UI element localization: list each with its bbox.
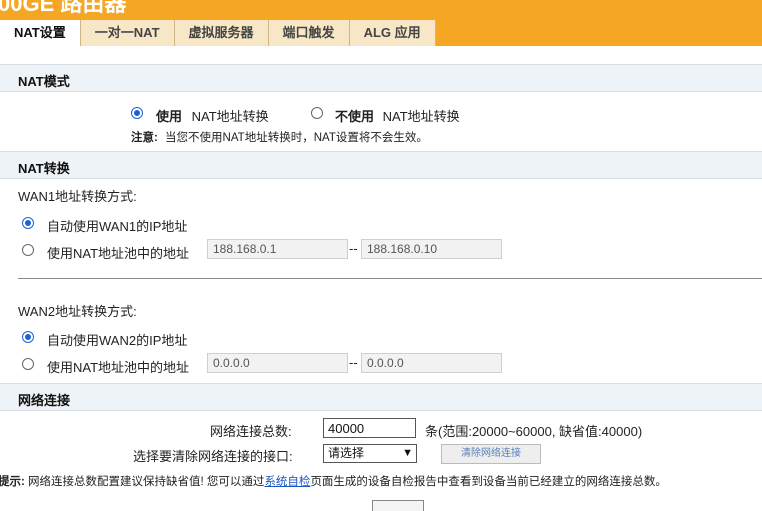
wan1-pool-start-input[interactable]: [207, 239, 348, 259]
label-use-rest: NAT地址转换: [191, 109, 269, 124]
radio-wan1-pool[interactable]: [22, 244, 34, 256]
wan2-pool-label: 使用NAT地址池中的地址: [47, 360, 190, 375]
nat-mode-note: 注意: 当您不使用NAT地址转换时，NAT设置将不会生效。: [131, 129, 428, 145]
wan2-pool-start-input[interactable]: [207, 353, 348, 373]
tab-virtual-server[interactable]: 虚拟服务器: [174, 20, 269, 46]
tip-label: 提示:: [0, 476, 25, 488]
chevron-down-icon: ▼: [402, 447, 413, 459]
wan2-pool-separator: --: [349, 355, 358, 370]
total-conn-input[interactable]: [323, 418, 416, 438]
wan1-pool-separator: --: [349, 241, 358, 256]
radio-no-nat[interactable]: [311, 107, 323, 119]
total-conn-hint: 条(范围:20000~60000, 缺省值:40000): [425, 424, 643, 439]
tip-line: 提示: 网络连接总数配置建议保持缺省值! 您可以通过系统自检页面生成的设备自检报…: [0, 473, 667, 489]
radio-wan2-auto[interactable]: [22, 331, 34, 343]
wan2-pool-end-input[interactable]: [361, 353, 502, 373]
label-use-nat: 使用 NAT地址转换: [156, 106, 269, 125]
router-title: 00GE 路由器: [0, 0, 127, 16]
tip-text-after: 页面生成的设备自检报告中查看到设备当前已经建立的网络连接总数。: [310, 476, 667, 488]
wan1-mode-label: WAN1地址转换方式:: [18, 189, 137, 204]
radio-wan1-auto[interactable]: [22, 217, 34, 229]
section-nat-convert: NAT转换: [0, 151, 762, 179]
tip-text-before: 网络连接总数配置建议保持缺省值! 您可以通过: [28, 476, 265, 488]
tab-alg[interactable]: ALG 应用: [349, 20, 436, 46]
top-bar: 00GE 路由器 NAT设置 一对一NAT 虚拟服务器 端口触发 ALG 应用: [0, 0, 762, 46]
radio-wan2-pool[interactable]: [22, 358, 34, 370]
wan2-mode-label: WAN2地址转换方式:: [18, 304, 137, 319]
label-no-nat: 不使用 NAT地址转换: [335, 106, 460, 125]
label-use-bold: 使用: [156, 109, 183, 124]
clear-iface-label: 选择要清除网络连接的接口:: [133, 449, 293, 464]
tab-port-trigger[interactable]: 端口触发: [268, 20, 350, 46]
wan1-auto-label: 自动使用WAN1的IP地址: [47, 219, 188, 234]
total-conn-label: 网络连接总数:: [210, 424, 292, 439]
label-nouse-rest: NAT地址转换: [382, 109, 460, 124]
tab-bar: NAT设置 一对一NAT 虚拟服务器 端口触发 ALG 应用: [0, 20, 436, 46]
tab-one-to-one-nat[interactable]: 一对一NAT: [80, 20, 175, 46]
iface-select-value: 请选择: [328, 446, 365, 460]
partial-button[interactable]: [372, 500, 424, 511]
section-title: NAT转换: [18, 161, 70, 176]
section-nat-mode: NAT模式: [0, 64, 762, 92]
radio-use-nat[interactable]: [131, 107, 143, 119]
tab-nat-settings[interactable]: NAT设置: [0, 20, 81, 46]
note-label: 注意:: [131, 132, 158, 144]
clear-conn-button[interactable]: 清除网络连接: [441, 444, 541, 464]
divider: [18, 278, 762, 279]
wan1-pool-label: 使用NAT地址池中的地址: [47, 246, 190, 261]
section-title: NAT模式: [18, 74, 70, 89]
wan2-auto-label: 自动使用WAN2的IP地址: [47, 333, 188, 348]
self-check-link[interactable]: 系统自检: [264, 476, 310, 488]
wan1-pool-end-input[interactable]: [361, 239, 502, 259]
iface-select[interactable]: 请选择 ▼: [323, 444, 417, 463]
section-net-conn: 网络连接: [0, 383, 762, 411]
label-nouse-bold: 不使用: [335, 109, 375, 124]
note-text: 当您不使用NAT地址转换时，NAT设置将不会生效。: [165, 132, 428, 144]
section-title: 网络连接: [18, 393, 71, 408]
